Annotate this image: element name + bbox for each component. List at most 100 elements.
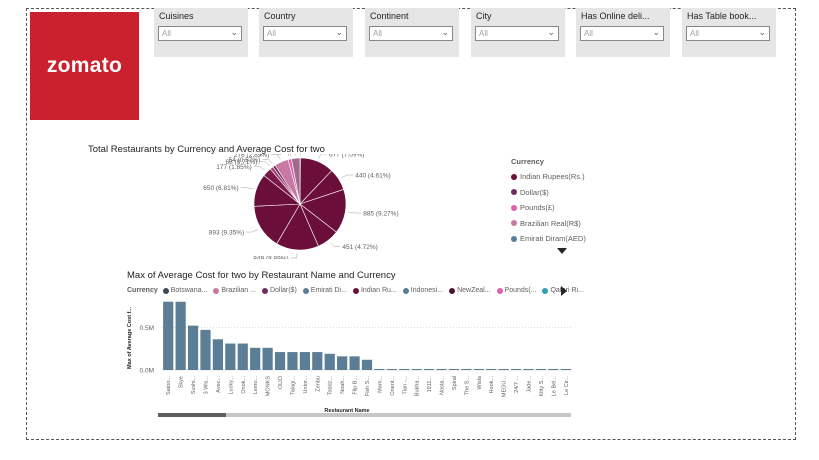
- bar[interactable]: [411, 368, 422, 370]
- continent-slicer[interactable]: Continent All ⌄: [365, 8, 459, 57]
- bar[interactable]: [436, 368, 447, 370]
- legend-item[interactable]: Pounds(...: [496, 287, 536, 294]
- x-tick-label: Jade...: [527, 376, 533, 393]
- chevron-down-icon[interactable]: ⌄: [230, 27, 238, 38]
- legend-item[interactable]: NewZeal...: [449, 287, 491, 294]
- bar[interactable]: [187, 325, 199, 370]
- legend-label: Brazilian ...: [221, 287, 256, 294]
- bar[interactable]: [424, 368, 435, 370]
- chevron-down-icon[interactable]: ⌄: [441, 27, 449, 38]
- slicer-dropdown[interactable]: All ⌄: [369, 26, 453, 41]
- pie-data-label: 650 (6.81%): [203, 185, 238, 192]
- pie-data-label: 451 (4.72%): [342, 244, 377, 251]
- legend-item[interactable]: Botswana...: [162, 287, 207, 294]
- x-tick-label: Lucky...: [228, 376, 234, 395]
- bar[interactable]: [386, 368, 397, 370]
- bar[interactable]: [175, 301, 186, 370]
- legend-item[interactable]: Pounds(£): [511, 200, 586, 216]
- legend-item[interactable]: Brazilian Real(R$): [511, 216, 586, 232]
- legend-label: Qatari Ri...: [550, 287, 584, 294]
- slicer-value: All: [267, 29, 276, 38]
- x-tick-label: Flip B...: [353, 376, 359, 395]
- bar[interactable]: [448, 368, 460, 370]
- x-tick-label: MEGU...: [502, 376, 508, 398]
- city-slicer[interactable]: City All ⌄: [471, 8, 565, 57]
- chevron-down-icon[interactable]: ⌄: [758, 27, 766, 38]
- slicer-dropdown[interactable]: All ⌄: [475, 26, 559, 41]
- zomato-logo: zomato: [30, 12, 139, 120]
- table-booking-slicer[interactable]: Has Table book... All ⌄: [682, 8, 776, 57]
- bar[interactable]: [163, 301, 174, 370]
- online-delivery-slicer[interactable]: Has Online deli... All ⌄: [576, 8, 670, 57]
- legend-swatch: [496, 287, 503, 294]
- x-tick-label: Nosta...: [440, 376, 446, 395]
- bar[interactable]: [510, 368, 522, 370]
- bar[interactable]: [399, 368, 410, 370]
- pie-leader-line: [290, 252, 298, 259]
- legend-item[interactable]: Indian Ru...: [352, 287, 397, 294]
- x-tick-label: Satoo...: [166, 376, 172, 395]
- chevron-down-icon[interactable]: ⌄: [335, 27, 343, 38]
- bar[interactable]: [200, 329, 211, 370]
- slicer-dropdown[interactable]: All ⌄: [263, 26, 347, 41]
- slicer-dropdown[interactable]: All ⌄: [158, 26, 242, 41]
- bar[interactable]: [274, 352, 286, 370]
- legend-scroll-down-icon[interactable]: [557, 248, 567, 254]
- bar[interactable]: [212, 339, 224, 370]
- slicer-label: Continent: [370, 11, 409, 21]
- chevron-down-icon[interactable]: ⌄: [652, 27, 660, 38]
- bar[interactable]: [312, 352, 323, 370]
- legend-label: Indian Rupees(Rs.): [520, 172, 585, 182]
- bar[interactable]: [461, 368, 472, 370]
- slicer-dropdown[interactable]: All ⌄: [580, 26, 664, 41]
- bar-chart[interactable]: 0.0M 0.5M Max of Average Cost f... Satoo...…: [120, 298, 580, 416]
- bar[interactable]: [237, 343, 248, 370]
- legend-label: Emirati Diram(AED): [520, 234, 586, 244]
- country-slicer[interactable]: Country All ⌄: [259, 8, 353, 57]
- pie-leader-line: [341, 174, 354, 178]
- bar[interactable]: [262, 347, 273, 370]
- legend-item[interactable]: Dollar($): [261, 287, 297, 294]
- legend-label: Pounds(£): [520, 203, 555, 213]
- bar[interactable]: [324, 353, 335, 370]
- legend-swatch: [402, 287, 409, 294]
- pie-data-label: 440 (4.61%): [355, 173, 390, 180]
- bar[interactable]: [361, 359, 373, 370]
- bar[interactable]: [299, 352, 310, 370]
- x-tick-label: Le Cir...: [564, 376, 570, 395]
- bar[interactable]: [250, 347, 261, 370]
- y-tick-label: 0.5M: [140, 325, 154, 332]
- y-axis-title: Max of Average Cost f...: [127, 307, 133, 369]
- bar[interactable]: [486, 368, 497, 370]
- bar[interactable]: [498, 368, 509, 370]
- x-tick-label: Lemo...: [253, 376, 259, 395]
- pie-leader-line: [299, 154, 301, 156]
- legend-item[interactable]: Dollar($): [511, 185, 586, 201]
- bar[interactable]: [374, 368, 385, 370]
- bar[interactable]: [337, 356, 348, 370]
- legend-item[interactable]: Emirati Diram(AED): [511, 231, 586, 247]
- cuisines-slicer[interactable]: Cuisines All ⌄: [154, 8, 248, 57]
- legend-item[interactable]: Brazilian ...: [213, 287, 256, 294]
- y-tick-label: 0.0M: [140, 368, 154, 375]
- pie-chart[interactable]: 9 (0.09%)677 (7.09%)440 (4.61%)885 (9.27…: [140, 154, 440, 259]
- bar[interactable]: [349, 356, 360, 370]
- legend-scroll-right-icon[interactable]: [561, 286, 567, 296]
- bar[interactable]: [523, 368, 534, 370]
- bar[interactable]: [548, 368, 559, 370]
- x-tick-label: OLIO: [278, 375, 284, 389]
- x-tick-label: Noah...: [340, 376, 346, 394]
- slicer-dropdown[interactable]: All ⌄: [686, 26, 770, 41]
- legend-swatch: [449, 287, 456, 294]
- bar[interactable]: [225, 343, 236, 370]
- bar[interactable]: [560, 368, 571, 370]
- bar[interactable]: [473, 368, 484, 370]
- legend-item[interactable]: Emirati Di...: [302, 287, 347, 294]
- chevron-down-icon[interactable]: ⌄: [547, 27, 555, 38]
- legend-item[interactable]: Indian Rupees(Rs.): [511, 169, 586, 185]
- bar[interactable]: [535, 368, 547, 370]
- chart-scrollbar-thumb[interactable]: [158, 413, 226, 417]
- legend-item[interactable]: Indonesi...: [402, 287, 443, 294]
- slicer-value: All: [584, 29, 593, 38]
- bar[interactable]: [287, 352, 298, 370]
